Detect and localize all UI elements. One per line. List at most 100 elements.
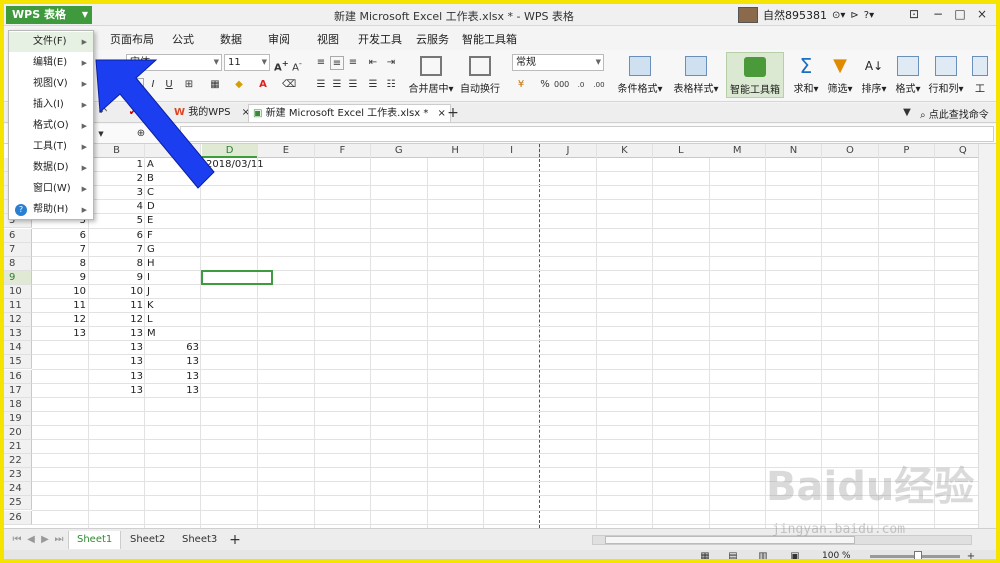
- cell-b8[interactable]: 8: [89, 257, 145, 271]
- cell-a6[interactable]: 6: [32, 229, 88, 243]
- align-right-icon[interactable]: ☰: [346, 78, 360, 92]
- close-button[interactable]: ×: [972, 5, 992, 23]
- user-area[interactable]: 自然895381 ⊙▾ ⊳ ?▾: [738, 6, 874, 24]
- row-header-17[interactable]: 17: [4, 383, 32, 398]
- row-header-13[interactable]: 13: [4, 327, 32, 342]
- cell-c8[interactable]: H: [147, 257, 201, 271]
- indent-decrease-icon[interactable]: ⇤: [366, 56, 380, 70]
- cell-c11[interactable]: K: [147, 299, 201, 313]
- restore-window-icon[interactable]: ⊡: [904, 5, 924, 23]
- indent-increase-icon[interactable]: ⇥: [384, 56, 398, 70]
- font-name-select[interactable]: 宋体 ▼: [126, 54, 222, 71]
- cell-b11[interactable]: 11: [89, 299, 145, 313]
- column-header-f[interactable]: F: [314, 144, 372, 158]
- row-header-11[interactable]: 11: [4, 299, 32, 313]
- redo-icon[interactable]: ✔: [126, 106, 140, 120]
- normal-view-icon[interactable]: ▦: [698, 550, 712, 559]
- cell-b6[interactable]: 6: [89, 229, 145, 243]
- next-sheet-icon[interactable]: ▶: [38, 533, 52, 547]
- increase-decimal-icon[interactable]: .0: [574, 78, 588, 92]
- row-header-23[interactable]: 23: [4, 468, 32, 483]
- cell-b12[interactable]: 12: [89, 313, 145, 327]
- column-header-j[interactable]: J: [540, 144, 597, 158]
- maximize-button[interactable]: □: [950, 5, 970, 23]
- app-menu-item-8[interactable]: 帮助(H) ▶?: [9, 200, 93, 220]
- tab-formulas[interactable]: 公式: [172, 31, 194, 47]
- sort-button[interactable]: A↓ 排序▾: [858, 56, 890, 95]
- cell-b10[interactable]: 10: [89, 285, 145, 299]
- row-header-9[interactable]: 9: [4, 270, 32, 285]
- cell-a11[interactable]: 11: [32, 299, 88, 313]
- cell-a7[interactable]: 7: [32, 243, 88, 257]
- row-header-26[interactable]: 26: [4, 510, 32, 525]
- row-header-19[interactable]: 19: [4, 411, 32, 426]
- cell-c17[interactable]: 13: [145, 384, 201, 398]
- tab-view[interactable]: 视图: [317, 31, 339, 47]
- row-header-8[interactable]: 8: [4, 256, 32, 271]
- row-header-24[interactable]: 24: [4, 482, 32, 497]
- cell-a8[interactable]: 8: [32, 257, 88, 271]
- column-header-o[interactable]: O: [822, 144, 879, 158]
- row-header-16[interactable]: 16: [4, 369, 32, 384]
- border-icon[interactable]: ⊞: [182, 78, 196, 92]
- thousands-icon[interactable]: 000: [554, 78, 569, 92]
- row-header-18[interactable]: 18: [4, 397, 32, 412]
- app-menu-item-7[interactable]: 窗口(W) ▶: [9, 179, 93, 199]
- tab-cloud[interactable]: 云服务: [416, 31, 449, 47]
- sum-button[interactable]: Σ 求和▾: [790, 56, 822, 95]
- row-header-22[interactable]: 22: [4, 454, 32, 469]
- row-header-15[interactable]: 15: [4, 355, 32, 370]
- cell-style-icon[interactable]: ▦: [208, 78, 222, 92]
- app-menu-item-1[interactable]: 编辑(E) ▶: [9, 53, 93, 73]
- cell-b4[interactable]: 4: [89, 200, 145, 214]
- pin-icon[interactable]: ▼: [900, 106, 914, 120]
- zoom-slider[interactable]: [870, 551, 960, 559]
- cell-b7[interactable]: 7: [89, 243, 145, 257]
- undo-icon[interactable]: ↶: [96, 106, 110, 120]
- app-menu-item-6[interactable]: 数据(D) ▶: [9, 158, 93, 178]
- help-icon[interactable]: ?▾: [864, 10, 874, 21]
- row-header-21[interactable]: 21: [4, 440, 32, 454]
- row-header-10[interactable]: 10: [4, 284, 32, 299]
- app-menu-item-0[interactable]: 文件(F) ▶: [9, 32, 93, 52]
- format-button[interactable]: 格式▾: [892, 56, 924, 95]
- tab-current-file[interactable]: ▣ 新建 Microsoft Excel 工作表.xlsx * ×: [248, 104, 451, 122]
- cell-c7[interactable]: G: [147, 243, 201, 257]
- align-left-icon[interactable]: ☰: [314, 78, 328, 92]
- column-header-h[interactable]: H: [427, 144, 484, 158]
- percent-icon[interactable]: %: [538, 78, 552, 92]
- row-header-12[interactable]: 12: [4, 313, 32, 328]
- cell-b3[interactable]: 3: [89, 186, 145, 200]
- column-header-n[interactable]: N: [765, 144, 823, 158]
- filter-button[interactable]: ▼ 筛选▾: [824, 56, 856, 96]
- zoom-formula-icon[interactable]: ⊕: [134, 127, 148, 141]
- column-header-p[interactable]: P: [878, 144, 936, 158]
- cell-c1[interactable]: A: [147, 158, 201, 172]
- grow-font-icon[interactable]: A+: [274, 56, 289, 73]
- name-box-dropdown-icon[interactable]: ▼: [94, 127, 108, 141]
- tab-data[interactable]: 数据: [220, 31, 242, 47]
- cell-b14[interactable]: 13: [89, 341, 145, 355]
- cell-c14[interactable]: 63: [145, 341, 201, 355]
- vertical-scrollbar[interactable]: [978, 144, 996, 528]
- app-menu-item-3[interactable]: 插入(I) ▶: [9, 95, 93, 115]
- cell-a13[interactable]: 13: [32, 327, 88, 341]
- cell-c12[interactable]: L: [147, 313, 201, 327]
- table-style-button[interactable]: 表格样式▾: [668, 56, 724, 95]
- currency-icon[interactable]: ¥: [514, 78, 528, 92]
- column-header-d[interactable]: D: [201, 144, 259, 158]
- column-header-i[interactable]: I: [483, 144, 541, 158]
- row-header-14[interactable]: 14: [4, 341, 32, 356]
- cell-b17[interactable]: 13: [89, 384, 145, 398]
- app-menu-item-4[interactable]: 格式(O) ▶: [9, 116, 93, 136]
- horizontal-scroll-thumb[interactable]: [605, 536, 855, 544]
- cell-c6[interactable]: F: [147, 229, 201, 243]
- tab-smart-toolbox[interactable]: 智能工具箱: [462, 31, 517, 47]
- formula-input[interactable]: [180, 126, 994, 142]
- sheet-tab-2[interactable]: Sheet2: [122, 531, 173, 549]
- column-header-l[interactable]: L: [653, 144, 710, 158]
- align-bottom-icon[interactable]: ≡: [346, 56, 360, 70]
- cell-b2[interactable]: 2: [89, 172, 145, 186]
- share-icon[interactable]: ⊳: [850, 10, 858, 21]
- command-search[interactable]: ⌕ 点此查找命令: [920, 106, 989, 121]
